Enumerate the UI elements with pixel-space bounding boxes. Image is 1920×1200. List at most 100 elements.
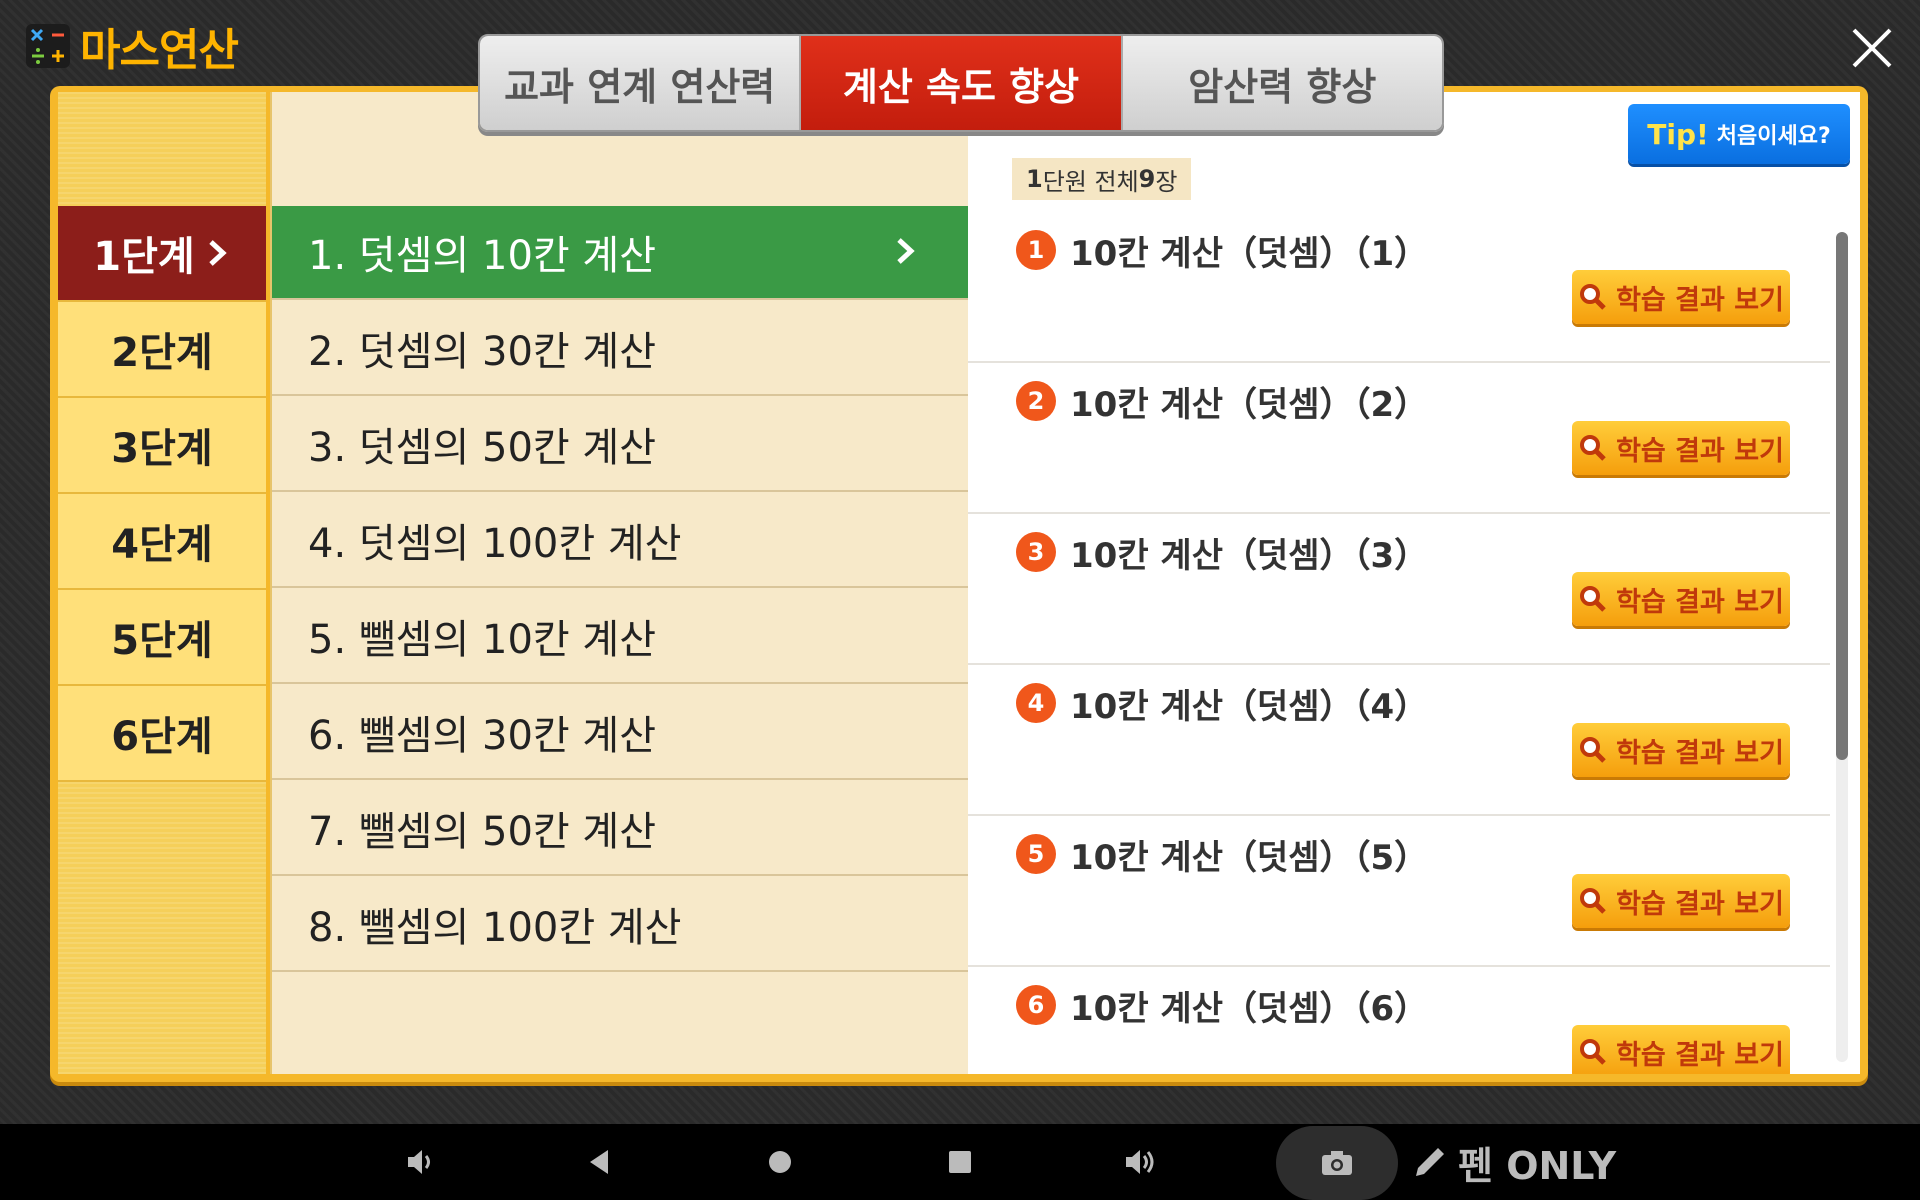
tab-speed[interactable]: 계산 속도 향상 [801, 36, 1123, 130]
main-panel: 1단계 2단계 3단계 4단계 5단계 6단계 1. 덧셈의 10칸 계산 2.… [50, 86, 1868, 1082]
worksheet-title: 10칸 계산（덧셈）（5） [1070, 838, 1429, 878]
worksheet-item: 6 10칸 계산（덧셈）（6） 학습 결과 보기 [968, 967, 1830, 1074]
pen-only-label: 펜 ONLY [1458, 1143, 1617, 1188]
pencil-icon [1416, 1148, 1444, 1176]
level-1[interactable]: 1단계 [58, 206, 266, 302]
worksheet-item: 3 10칸 계산（덧셈）（3） 학습 결과 보기 [968, 514, 1830, 665]
view-result-label: 학습 결과 보기 [1616, 435, 1784, 467]
level-label: 6단계 [111, 714, 213, 760]
search-icon [1580, 586, 1606, 612]
view-result-button[interactable]: 학습 결과 보기 [1572, 1025, 1790, 1074]
worksheet-number-badge: 6 [1016, 985, 1056, 1025]
worksheet-item: 4 10칸 계산（덧셈）（4） 학습 결과 보기 [968, 665, 1830, 816]
volume-down-button[interactable] [400, 1142, 440, 1182]
home-icon [769, 1151, 791, 1173]
worksheet-title: 10칸 계산（덧셈）（6） [1070, 989, 1429, 1029]
level-label: 2단계 [111, 330, 213, 376]
view-result-button[interactable]: 학습 결과 보기 [1572, 270, 1790, 324]
recents-icon [949, 1151, 971, 1173]
worksheet-number-badge: 5 [1016, 834, 1056, 874]
chevron-right-icon [209, 240, 227, 266]
lesson-item-8[interactable]: 8. 뺄셈의 100칸 계산 [272, 878, 970, 972]
lesson-item-4[interactable]: 4. 덧셈의 100칸 계산 [272, 494, 970, 588]
app-title: 마스연산 [80, 25, 239, 76]
screenshot-button[interactable] [1276, 1126, 1398, 1200]
close-button[interactable] [1848, 24, 1896, 72]
level-label: 5단계 [111, 618, 213, 664]
view-result-button[interactable]: 학습 결과 보기 [1572, 572, 1790, 626]
close-icon [1852, 28, 1892, 68]
view-result-button[interactable]: 학습 결과 보기 [1572, 421, 1790, 475]
scrollbar-thumb[interactable] [1836, 232, 1848, 760]
level-label: 4단계 [111, 522, 213, 568]
tab-mental-math[interactable]: 암산력 향상 [1122, 36, 1442, 130]
app-logo: 마스연산 [26, 14, 239, 78]
worksheet-item: 5 10칸 계산（덧셈）（5） 학습 결과 보기 [968, 816, 1830, 967]
level-2[interactable]: 2단계 [58, 302, 266, 398]
lesson-label: 8. 뺄셈의 100칸 계산 [308, 905, 682, 951]
view-result-label: 학습 결과 보기 [1616, 1039, 1784, 1071]
unit-number: 1 [1026, 165, 1043, 193]
search-icon [1580, 435, 1606, 461]
worksheet-number-badge: 4 [1016, 683, 1056, 723]
lesson-item-7[interactable]: 7. 뺄셈의 50칸 계산 [272, 782, 970, 876]
lesson-item-3[interactable]: 3. 덧셈의 50칸 계산 [272, 398, 970, 492]
view-result-label: 학습 결과 보기 [1616, 737, 1784, 769]
worksheet-item: 1 10칸 계산（덧셈）（1） 학습 결과 보기 [968, 212, 1830, 363]
worksheet-title: 10칸 계산（덧셈）（3） [1070, 536, 1429, 576]
search-icon [1580, 1039, 1606, 1065]
tip-text: 처음이세요? [1716, 124, 1831, 149]
level-5[interactable]: 5단계 [58, 590, 266, 686]
tab-curriculum[interactable]: 교과 연계 연산력 [480, 36, 802, 130]
level-label: 3단계 [111, 426, 213, 472]
unit-suffix: 단원 전체 [1042, 167, 1139, 196]
search-icon [1580, 888, 1606, 914]
volume-up-button[interactable] [1120, 1142, 1160, 1182]
pen-only-toggle[interactable]: 펜 ONLY [1410, 1136, 1616, 1188]
worksheet-list: 1 10칸 계산（덧셈）（1） 학습 결과 보기 2 10칸 계산（덧셈）（2）… [968, 212, 1830, 1074]
lesson-item-2[interactable]: 2. 덧셈의 30칸 계산 [272, 302, 970, 396]
system-navbar: 펜 ONLY [0, 1124, 1920, 1200]
worksheet-title: 10칸 계산（덧셈）（1） [1070, 234, 1429, 274]
chevron-right-icon [897, 238, 915, 264]
lesson-label: 2. 덧셈의 30칸 계산 [308, 329, 657, 375]
lesson-label: 7. 뺄셈의 50칸 계산 [308, 809, 657, 855]
view-result-button[interactable]: 학습 결과 보기 [1572, 874, 1790, 928]
volume-up-icon [1126, 1150, 1154, 1174]
lesson-item-5[interactable]: 5. 뺄셈의 10칸 계산 [272, 590, 970, 684]
camera-icon [1322, 1151, 1352, 1175]
lesson-label: 1. 덧셈의 10칸 계산 [308, 233, 657, 279]
lesson-list: 1. 덧셈의 10칸 계산 2. 덧셈의 30칸 계산 3. 덧셈의 50칸 계… [270, 92, 970, 1074]
count-suffix: 장 [1155, 167, 1178, 196]
back-icon [590, 1150, 608, 1174]
worksheet-item: 2 10칸 계산（덧셈）（2） 학습 결과 보기 [968, 363, 1830, 514]
view-result-label: 학습 결과 보기 [1616, 284, 1784, 316]
level-3[interactable]: 3단계 [58, 398, 266, 494]
volume-down-icon [408, 1150, 430, 1174]
scrollbar[interactable] [1836, 232, 1848, 1062]
search-icon [1580, 284, 1606, 310]
math-operators-icon [26, 24, 70, 68]
level-label: 1단계 [93, 234, 195, 280]
category-tabs: 교과 연계 연산력 계산 속도 향상 암산력 향상 [478, 34, 1444, 132]
tip-button[interactable]: Tip! 처음이세요? [1628, 104, 1850, 164]
view-result-button[interactable]: 학습 결과 보기 [1572, 723, 1790, 777]
unit-detail-panel: 1 단원 전체 9 장 Tip! 처음이세요? 1 10칸 계산（덧셈）（1） … [968, 92, 1860, 1074]
worksheet-number-badge: 2 [1016, 381, 1056, 421]
view-result-label: 학습 결과 보기 [1616, 586, 1784, 618]
unit-summary: 1 단원 전체 9 장 [1012, 158, 1192, 200]
lesson-label: 3. 덧셈의 50칸 계산 [308, 425, 657, 471]
lesson-item-1[interactable]: 1. 덧셈의 10칸 계산 [272, 206, 970, 300]
tip-label: Tip! [1647, 117, 1709, 151]
worksheet-number-badge: 1 [1016, 230, 1056, 270]
level-6[interactable]: 6단계 [58, 686, 266, 782]
worksheet-title: 10칸 계산（덧셈）（4） [1070, 687, 1429, 727]
home-button[interactable] [760, 1142, 800, 1182]
lesson-item-6[interactable]: 6. 뺄셈의 30칸 계산 [272, 686, 970, 780]
worksheet-number-badge: 3 [1016, 532, 1056, 572]
back-button[interactable] [580, 1142, 620, 1182]
level-list: 1단계 2단계 3단계 4단계 5단계 6단계 [58, 92, 266, 1074]
recents-button[interactable] [940, 1142, 980, 1182]
level-4[interactable]: 4단계 [58, 494, 266, 590]
worksheet-title: 10칸 계산（덧셈）（2） [1070, 385, 1429, 425]
